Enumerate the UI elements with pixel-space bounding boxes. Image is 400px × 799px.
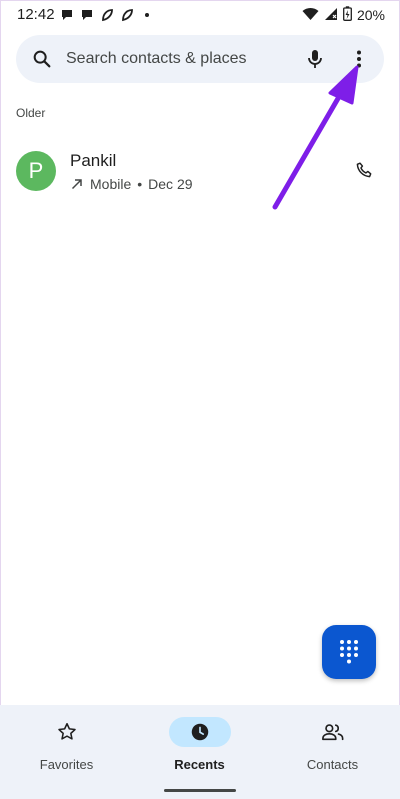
phone-call-icon[interactable] — [354, 160, 376, 182]
leaf-icon — [120, 8, 134, 22]
contact-name: Pankil — [70, 151, 117, 170]
status-bar: 12:42 20% — [0, 0, 400, 30]
system-status: 20% — [302, 6, 385, 24]
status-time: 12:42 — [17, 6, 55, 23]
battery-icon — [343, 6, 352, 24]
section-header-older: Older — [16, 106, 46, 120]
nav-tab-recents[interactable]: Recents — [133, 705, 266, 799]
call-date: Dec 29 — [148, 176, 193, 192]
notification-icons — [60, 8, 154, 22]
gesture-navigation-bar[interactable] — [164, 789, 236, 792]
star-icon — [36, 717, 98, 747]
nav-label: Favorites — [39, 757, 94, 772]
battery-percent: 20% — [356, 7, 385, 23]
call-log-row[interactable]: P Pankil Mobile • Dec 29 — [0, 140, 400, 206]
wifi-icon — [302, 7, 319, 24]
bottom-navigation: Favorites Recents Contacts — [0, 705, 400, 799]
nav-tab-contacts[interactable]: Contacts — [266, 705, 399, 799]
nav-label: Recents — [174, 757, 225, 772]
signal-icon — [324, 7, 338, 24]
people-icon — [302, 717, 364, 747]
leaf-icon — [100, 8, 114, 22]
nav-label: Contacts — [306, 757, 359, 772]
call-details: Mobile • Dec 29 — [70, 176, 193, 192]
separator-dot: • — [137, 176, 143, 192]
nav-tab-favorites[interactable]: Favorites — [0, 705, 133, 799]
dialpad-button[interactable] — [322, 625, 376, 679]
dot-icon — [140, 8, 154, 22]
clock-icon — [168, 717, 231, 747]
call-type: Mobile — [90, 176, 132, 192]
outgoing-call-arrow-icon — [70, 177, 84, 191]
more-options-icon[interactable] — [347, 47, 371, 71]
mic-icon[interactable] — [303, 47, 327, 71]
dialpad-icon — [340, 640, 358, 664]
search-bar[interactable] — [16, 35, 384, 83]
chat-bubble-icon — [60, 8, 74, 22]
search-input[interactable] — [66, 35, 286, 83]
search-icon[interactable] — [31, 48, 53, 70]
screen-border — [0, 0, 400, 799]
avatar[interactable]: P — [16, 151, 56, 191]
chat-bubble-icon — [80, 8, 94, 22]
